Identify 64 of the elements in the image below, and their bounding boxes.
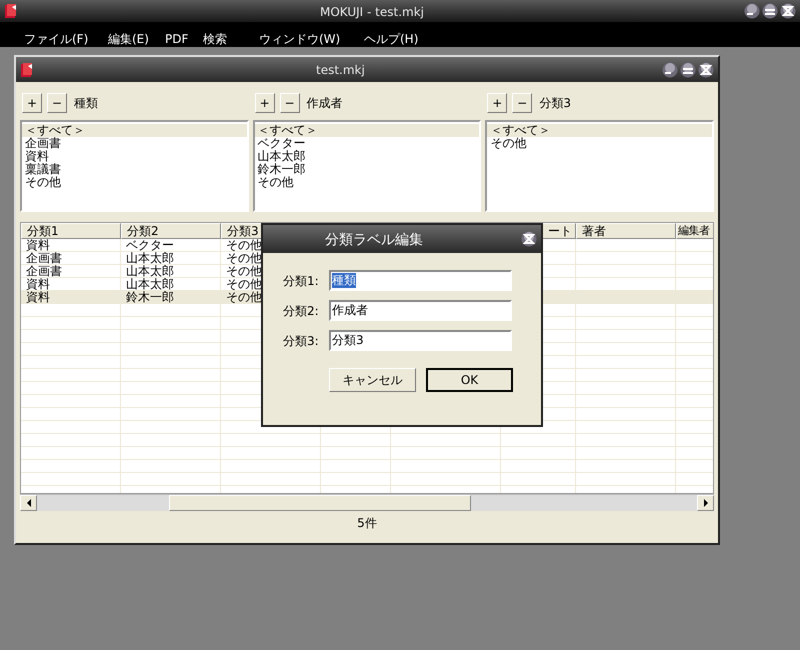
app-icon (20, 62, 34, 78)
column-header[interactable]: 著者 (576, 223, 676, 239)
list-item[interactable]: その他 (487, 137, 712, 150)
remove-button[interactable]: − (280, 93, 300, 113)
list-item[interactable]: ベクター (254, 137, 480, 150)
list-item[interactable]: 稟議書 (22, 163, 247, 176)
maximize-icon[interactable] (680, 62, 696, 78)
list-item[interactable]: 資料 (22, 150, 247, 163)
table-cell: 資料 (21, 291, 121, 303)
remove-button[interactable]: − (512, 93, 532, 113)
table-cell: 山本太郎 (121, 252, 221, 264)
window-title: MOKUJI - test.mkj (320, 4, 424, 21)
table-cell: 鈴木一郎 (121, 291, 221, 303)
list-item[interactable]: その他 (22, 176, 247, 189)
filter-label: 作成者 (306, 95, 343, 112)
list-item[interactable]: 鈴木一郎 (254, 163, 480, 176)
input-field[interactable]: 作成者 (329, 300, 512, 321)
filter-label: 種類 (74, 95, 98, 112)
table-cell: 資料 (21, 239, 121, 251)
table-cell: ベクター (121, 239, 221, 251)
table-cell: 山本太郎 (121, 278, 221, 290)
minimize-icon[interactable] (662, 62, 678, 78)
close-icon[interactable] (521, 231, 537, 247)
menu-item[interactable]: 検索 (203, 30, 227, 48)
app-icon (4, 3, 18, 19)
add-button[interactable]: + (487, 93, 508, 113)
minimize-icon[interactable] (744, 3, 760, 19)
field-label: 分類2: (283, 302, 320, 320)
list-item[interactable]: 山本太郎 (254, 150, 480, 163)
menu-item[interactable]: ファイル(F) (24, 30, 88, 48)
maximize-icon[interactable] (762, 3, 778, 19)
list-item[interactable]: ＜すべて＞ (22, 124, 247, 137)
remove-button[interactable]: − (47, 93, 67, 113)
list-item[interactable]: ＜すべて＞ (487, 124, 712, 137)
menu-item[interactable]: ウィンドウ(W) (259, 30, 340, 48)
menu-item[interactable]: ヘルプ(H) (364, 30, 418, 48)
status-text: 5件 (357, 515, 377, 532)
table-cell: 企画書 (21, 252, 121, 264)
add-button[interactable]: + (254, 93, 275, 113)
left-arrow-icon[interactable] (26, 499, 32, 507)
dialog-title: 分類ラベル編集 (325, 231, 423, 250)
dialog-button[interactable]: キャンセル (329, 368, 416, 392)
close-icon[interactable] (780, 3, 796, 19)
column-header[interactable]: 分類2 (121, 223, 221, 239)
list-item[interactable]: ＜すべて＞ (254, 124, 480, 137)
close-icon[interactable] (698, 62, 714, 78)
list-item[interactable]: 企画書 (22, 137, 247, 150)
menu-item[interactable]: PDF (165, 30, 188, 48)
table-cell: 企画書 (21, 265, 121, 277)
horizontal-scrollbar[interactable] (20, 494, 714, 511)
add-button[interactable]: + (22, 93, 42, 113)
dialog-button[interactable]: OK (426, 368, 513, 392)
right-arrow-icon[interactable] (702, 499, 708, 507)
input-field[interactable]: 分類3 (329, 330, 512, 351)
list-item[interactable]: その他 (254, 176, 480, 189)
column-header[interactable]: 分類1 (21, 223, 121, 239)
table-cell: 山本太郎 (121, 265, 221, 277)
filter-label: 分類3 (539, 95, 571, 112)
input-field[interactable]: 種類 (329, 270, 512, 291)
column-header[interactable]: 編集者 (676, 223, 713, 239)
field-label: 分類3: (283, 332, 320, 350)
window-title: test.mkj (316, 62, 365, 79)
menu-item[interactable]: 編集(E) (108, 30, 149, 48)
table-cell: 資料 (21, 278, 121, 290)
